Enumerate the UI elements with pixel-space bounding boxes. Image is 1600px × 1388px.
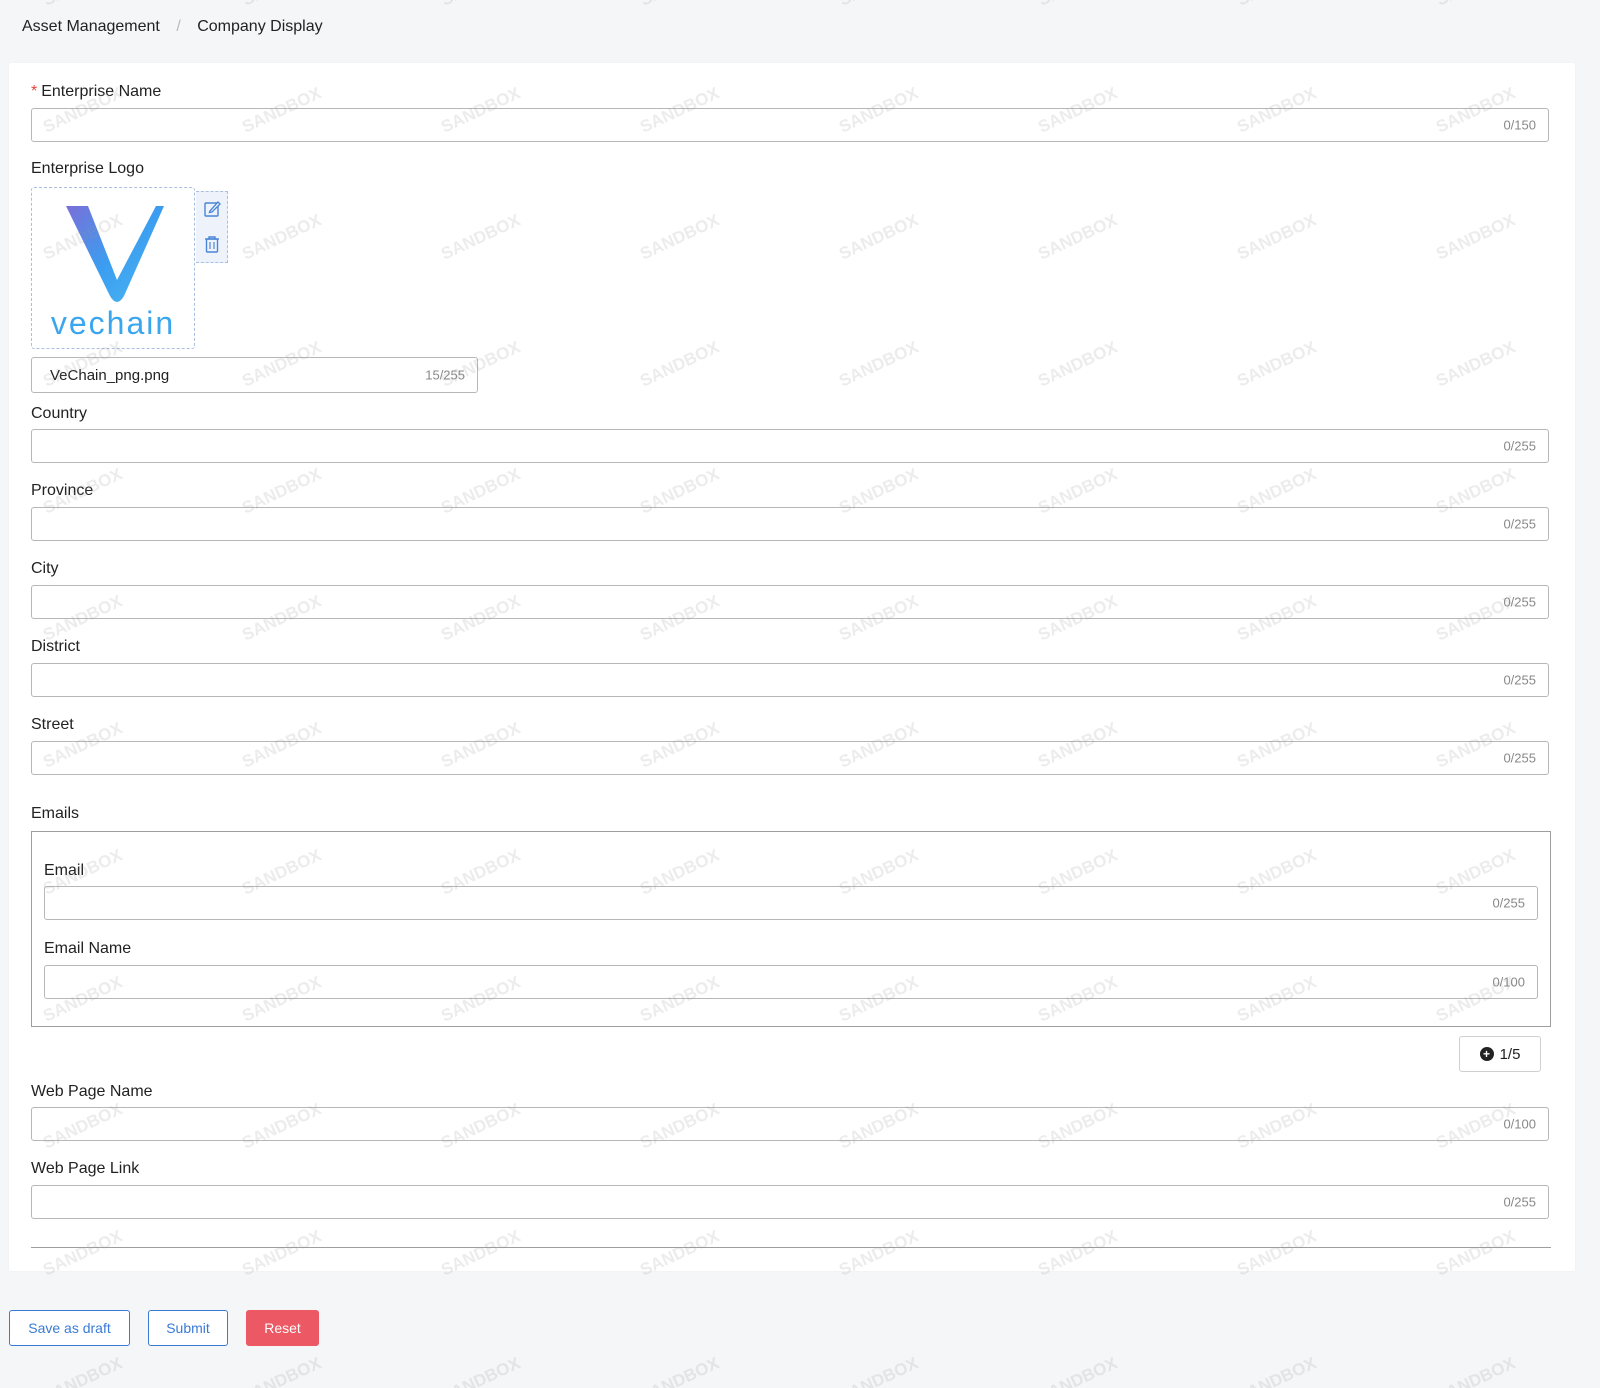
logo-filename-counter: 15/255: [425, 367, 465, 383]
province-counter: 0/255: [1503, 516, 1536, 532]
plus-circle-icon: +: [1479, 1047, 1494, 1061]
logo-filename-field: 15/255: [31, 357, 478, 393]
watermark-text: SANDBOX: [438, 0, 524, 10]
district-counter: 0/255: [1503, 672, 1536, 688]
province-field: 0/255: [31, 507, 1549, 541]
watermark-text: SANDBOX: [1433, 0, 1519, 10]
web-page-link-input[interactable]: [32, 1186, 1500, 1218]
form-divider: [31, 1247, 1551, 1248]
email-field: 0/255: [44, 886, 1538, 920]
street-counter: 0/255: [1503, 750, 1536, 766]
reset-button[interactable]: Reset: [246, 1310, 319, 1346]
street-field: 0/255: [31, 741, 1549, 775]
country-field: 0/255: [31, 429, 1549, 463]
country-counter: 0/255: [1503, 438, 1536, 454]
web-page-name-field: 0/100: [31, 1107, 1549, 1141]
submit-button[interactable]: Submit: [148, 1310, 228, 1346]
street-input[interactable]: [32, 742, 1500, 774]
city-label: City: [31, 560, 59, 577]
enterprise-logo-label: Enterprise Logo: [31, 160, 144, 177]
enterprise-name-counter: 0/150: [1503, 117, 1536, 133]
watermark-text: SANDBOX: [239, 0, 325, 10]
web-page-name-counter: 0/100: [1503, 1116, 1536, 1132]
country-input[interactable]: [32, 430, 1500, 462]
enterprise-name-input[interactable]: [32, 109, 1500, 141]
country-label: Country: [31, 405, 88, 422]
emails-label: Emails: [31, 805, 80, 822]
city-counter: 0/255: [1503, 594, 1536, 610]
watermark-text: SANDBOX: [1035, 1353, 1121, 1388]
watermark-text: SANDBOX: [239, 1353, 325, 1388]
trash-icon: [205, 236, 219, 253]
watermark-text: SANDBOX: [1234, 1353, 1320, 1388]
province-input[interactable]: [32, 508, 1500, 540]
email-name-field: 0/100: [44, 965, 1538, 999]
logo-text: vechain: [51, 305, 175, 341]
watermark-text: SANDBOX: [637, 1353, 723, 1388]
emails-group: Email 0/255 Email Name 0/100: [31, 831, 1551, 1027]
watermark-text: SANDBOX: [836, 1353, 922, 1388]
district-field: 0/255: [31, 663, 1549, 697]
email-input[interactable]: [45, 887, 1489, 919]
breadcrumb-company-display: Company Display: [197, 18, 323, 35]
web-page-link-counter: 0/255: [1503, 1194, 1536, 1210]
delete-logo-button[interactable]: [196, 228, 228, 264]
watermark-text: SANDBOX: [1234, 0, 1320, 10]
web-page-link-label: Web Page Link: [31, 1160, 140, 1177]
web-page-name-input[interactable]: [32, 1108, 1500, 1140]
logo-filename-input[interactable]: [32, 358, 408, 392]
breadcrumb-separator: /: [176, 18, 181, 35]
watermark-text: SANDBOX: [40, 1353, 126, 1388]
add-email-button[interactable]: + 1/5: [1459, 1036, 1541, 1072]
watermark-text: SANDBOX: [438, 1353, 524, 1388]
watermark-text: SANDBOX: [1035, 0, 1121, 10]
enterprise-name-field: 0/150: [31, 108, 1549, 142]
street-label: Street: [31, 716, 74, 733]
company-form-card: * Enterprise Name 0/150 Enterprise Logo v…: [9, 63, 1575, 1271]
watermark-text: SANDBOX: [836, 0, 922, 10]
breadcrumb-asset-management[interactable]: Asset Management: [22, 18, 160, 35]
required-mark: *: [31, 83, 38, 100]
email-name-input[interactable]: [45, 966, 1489, 998]
district-input[interactable]: [32, 664, 1500, 696]
city-input[interactable]: [32, 586, 1500, 618]
enterprise-name-label: * Enterprise Name: [31, 83, 162, 100]
watermark-text: SANDBOX: [40, 0, 126, 10]
province-label: Province: [31, 482, 94, 499]
logo-preview[interactable]: vechain: [31, 187, 195, 349]
email-counter: 0/255: [1492, 895, 1525, 911]
watermark-text: SANDBOX: [1433, 1353, 1519, 1388]
logo-actions: [196, 191, 228, 263]
edit-icon: [204, 200, 221, 217]
vechain-logo: vechain: [51, 206, 175, 341]
edit-logo-button[interactable]: [196, 192, 228, 228]
add-email-counter: 1/5: [1499, 1045, 1521, 1063]
web-page-link-field: 0/255: [31, 1185, 1549, 1219]
email-name-label: Email Name: [44, 940, 132, 957]
watermark-text: SANDBOX: [637, 0, 723, 10]
email-name-counter: 0/100: [1492, 974, 1525, 990]
district-label: District: [31, 638, 80, 655]
city-field: 0/255: [31, 585, 1549, 619]
email-label: Email: [44, 862, 85, 879]
web-page-name-label: Web Page Name: [31, 1083, 153, 1100]
save-draft-button[interactable]: Save as draft: [9, 1310, 130, 1346]
breadcrumb: Asset Management / Company Display: [22, 18, 323, 36]
